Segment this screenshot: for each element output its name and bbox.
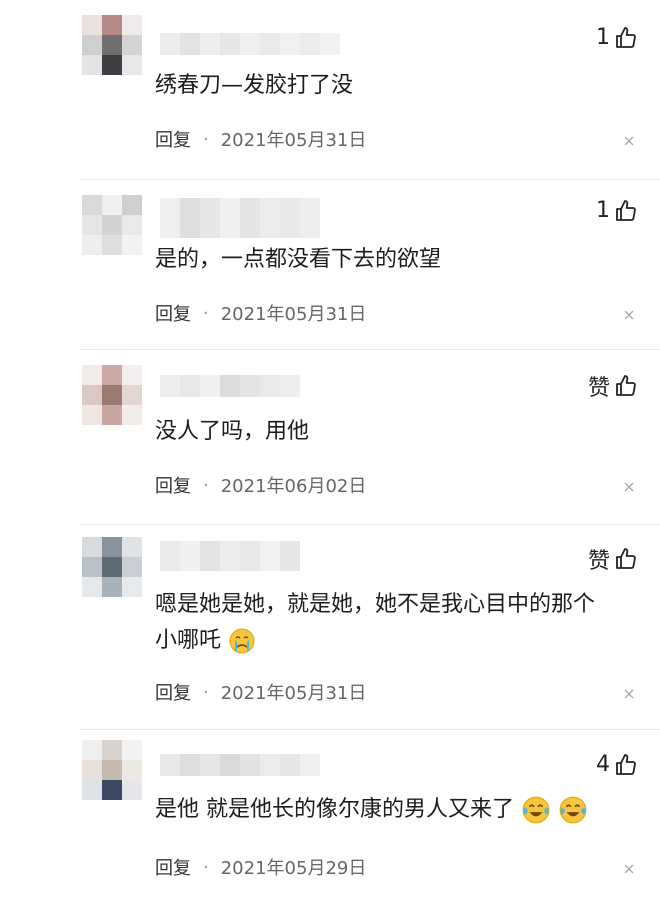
reply-button[interactable]: 回复 (155, 854, 191, 880)
comment-2: 1 是的，一点都没看下去的欲望 回复 · 2021年05月31日 (0, 180, 660, 350)
comment-5: 4 是他 就是他长的像尔康的男人又来了 回复 · 2021年05月29日 (0, 730, 660, 911)
comment-text: 绣春刀—发胶打了没 (155, 73, 354, 98)
comment-meta: 回复 · 2021年05月31日 (155, 679, 366, 705)
like-label: 赞 (587, 549, 610, 574)
like-count: 1 (596, 198, 610, 223)
thumbs-up-icon (616, 375, 636, 396)
like-count: 4 (596, 752, 610, 777)
thumbs-up-icon (616, 26, 636, 48)
comment-text: 没人了吗，用他 (155, 419, 310, 444)
reply-button[interactable]: 回复 (155, 472, 191, 498)
close-icon[interactable] (622, 480, 636, 494)
comment-date: 2021年05月31日 (220, 130, 367, 151)
like-button[interactable]: 1 (596, 198, 638, 223)
username-blurred[interactable] (160, 375, 300, 397)
crying-laughing-icon (559, 796, 587, 824)
thumbs-up-icon (616, 753, 636, 775)
close-icon[interactable] (622, 862, 636, 876)
close-icon[interactable] (622, 308, 636, 322)
meta-separator: · (203, 128, 209, 150)
username-blurred[interactable] (160, 754, 320, 776)
close-icon[interactable] (622, 134, 636, 148)
comment-date: 2021年06月02日 (220, 476, 367, 497)
comment-text-line-2: 小哪吒 (155, 623, 625, 659)
comment-meta: 回复 · 2021年05月31日 (155, 300, 366, 326)
like-button[interactable]: 1 (596, 25, 638, 50)
comment-3: 赞 没人了吗，用他 回复 · 2021年06月02日 (0, 350, 660, 525)
comment-text: 是的，一点都没看下去的欲望 (155, 247, 442, 272)
like-button[interactable]: 4 (596, 752, 638, 777)
thumbs-up-icon (616, 199, 636, 221)
comment-text-content: 是他 就是他长的像尔康的男人又来了 (155, 797, 514, 822)
thumbs-up-icon (616, 548, 636, 569)
meta-separator: · (203, 681, 209, 703)
comment-1: 1 绣春刀—发胶打了没 回复 · 2021年05月31日 (0, 0, 660, 180)
like-count: 1 (596, 25, 610, 50)
crying-laughing-icon (522, 796, 550, 824)
username-blurred[interactable] (160, 198, 320, 238)
username-blurred[interactable] (160, 541, 300, 571)
username-blurred[interactable] (160, 33, 340, 55)
comment-date: 2021年05月29日 (220, 858, 367, 879)
meta-separator: · (203, 856, 209, 878)
like-button[interactable]: 赞 (588, 370, 638, 402)
like-button[interactable]: 赞 (588, 543, 638, 575)
reply-button[interactable]: 回复 (155, 126, 191, 152)
comment-meta: 回复 · 2021年06月02日 (155, 472, 366, 498)
comment-4: 赞 嗯是她是她，就是她，她不是我心目中的那个 小哪吒 回复 · 2021年05月… (0, 525, 660, 730)
close-icon[interactable] (622, 687, 636, 701)
comment-text: 是他 就是他长的像尔康的男人又来了 (155, 792, 625, 828)
comment-date: 2021年05月31日 (220, 304, 367, 325)
like-label: 赞 (587, 376, 610, 401)
reply-button[interactable]: 回复 (155, 300, 191, 326)
avatar[interactable] (82, 537, 142, 597)
avatar[interactable] (82, 15, 142, 75)
crying-face-icon (229, 628, 255, 654)
comment-meta: 回复 · 2021年05月29日 (155, 854, 366, 880)
comment-text-line-1: 嗯是她是她，就是她，她不是我心目中的那个 (155, 592, 596, 617)
reply-button[interactable]: 回复 (155, 679, 191, 705)
avatar[interactable] (82, 365, 142, 425)
comment-text: 嗯是她是她，就是她，她不是我心目中的那个 小哪吒 (155, 587, 625, 659)
avatar[interactable] (82, 740, 142, 800)
comment-text-line-2-text: 小哪吒 (155, 628, 222, 653)
comment-meta: 回复 · 2021年05月31日 (155, 126, 366, 152)
meta-separator: · (203, 302, 209, 324)
comment-date: 2021年05月31日 (220, 683, 367, 704)
avatar[interactable] (82, 195, 142, 255)
meta-separator: · (203, 474, 209, 496)
